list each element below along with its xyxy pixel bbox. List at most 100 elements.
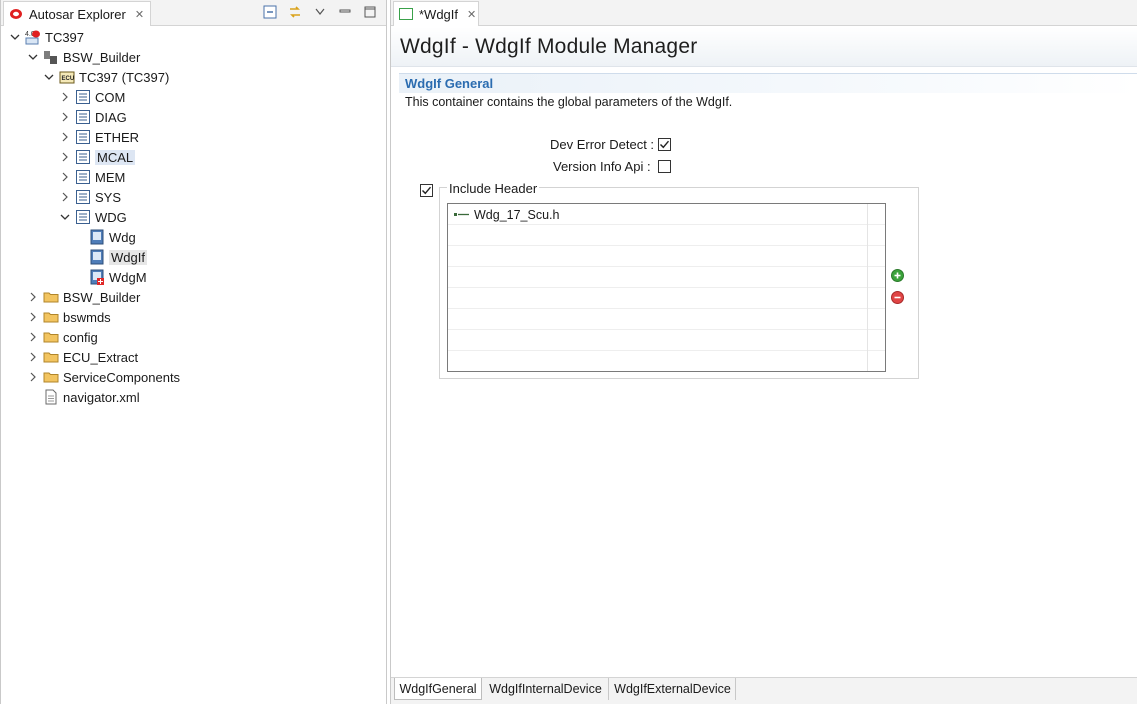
tree-item-com[interactable]: COM bbox=[59, 87, 125, 107]
tree-item-wdgm-module[interactable]: WdgM bbox=[89, 267, 147, 287]
chevron-right-icon[interactable] bbox=[59, 171, 71, 183]
tree-item-config[interactable]: config bbox=[27, 327, 98, 347]
tree-item-diag[interactable]: DIAG bbox=[59, 107, 127, 127]
module-file-error-icon bbox=[89, 269, 105, 285]
chevron-down-icon[interactable] bbox=[27, 51, 39, 63]
include-header-label: Include Header bbox=[447, 181, 540, 196]
tree-item-label: COM bbox=[95, 89, 126, 105]
chevron-right-icon[interactable] bbox=[59, 111, 71, 123]
tree-item-mem[interactable]: MEM bbox=[59, 167, 125, 187]
module-list-icon bbox=[75, 189, 91, 205]
folder-icon bbox=[43, 369, 59, 385]
module-file-icon bbox=[89, 249, 105, 265]
list-item[interactable] bbox=[448, 351, 885, 371]
section-header[interactable]: WdgIf General bbox=[399, 73, 1137, 93]
chevron-right-icon[interactable] bbox=[27, 331, 39, 343]
tree-item-label: ServiceComponents bbox=[63, 369, 181, 385]
link-with-editor-icon[interactable] bbox=[287, 4, 303, 20]
tree-item-ecu-extract[interactable]: ECU_Extract bbox=[27, 347, 138, 367]
tab-wdgif-internal-device[interactable]: WdgIfInternalDevice bbox=[483, 678, 609, 700]
tree-item-label: config bbox=[63, 329, 98, 345]
editor-tabbar: *WdgIf ✕ bbox=[391, 0, 1137, 26]
page-tabbar: WdgIfGeneral WdgIfInternalDevice WdgIfEx… bbox=[391, 677, 1137, 704]
module-list-icon bbox=[75, 129, 91, 145]
chevron-right-icon[interactable] bbox=[27, 351, 39, 363]
chevron-down-icon[interactable] bbox=[43, 71, 55, 83]
xml-file-icon bbox=[43, 389, 59, 405]
svg-text:ECU: ECU bbox=[62, 76, 75, 82]
add-icon[interactable] bbox=[891, 269, 904, 282]
module-list-icon bbox=[75, 149, 91, 165]
close-icon[interactable]: ✕ bbox=[467, 8, 476, 21]
list-item[interactable] bbox=[448, 267, 885, 288]
autosar-explorer-tab[interactable]: Autosar Explorer ✕ bbox=[3, 1, 151, 26]
chevron-right-icon[interactable] bbox=[59, 91, 71, 103]
editor-tab-wdgif[interactable]: *WdgIf ✕ bbox=[393, 1, 479, 26]
autosar-explorer-view: Autosar Explorer ✕ 4.0 TC397 BSW_Builder… bbox=[0, 0, 387, 704]
remove-icon[interactable] bbox=[891, 291, 904, 304]
include-header-checkbox[interactable] bbox=[420, 184, 433, 197]
close-icon[interactable]: ✕ bbox=[135, 8, 144, 21]
tab-wdgif-external-device[interactable]: WdgIfExternalDevice bbox=[610, 678, 736, 700]
tree-item-bsw-builder-folder[interactable]: BSW_Builder bbox=[27, 287, 140, 307]
dev-error-detect-checkbox[interactable] bbox=[658, 138, 671, 151]
autosar-explorer-icon bbox=[8, 6, 24, 22]
chevron-right-icon[interactable] bbox=[27, 311, 39, 323]
list-item[interactable] bbox=[448, 330, 885, 351]
header-file-icon bbox=[454, 210, 470, 220]
tab-wdgif-general[interactable]: WdgIfGeneral bbox=[394, 678, 482, 700]
tree-item-label: WDG bbox=[95, 209, 127, 225]
version-info-api-checkbox[interactable] bbox=[658, 160, 671, 173]
tree-item-wdg[interactable]: WDG bbox=[59, 207, 127, 227]
tree-item-mcal[interactable]: MCAL bbox=[59, 147, 136, 167]
list-item[interactable] bbox=[448, 288, 885, 309]
maximize-icon[interactable] bbox=[362, 4, 378, 20]
chevron-right-icon[interactable] bbox=[59, 151, 71, 163]
list-item[interactable] bbox=[448, 225, 885, 246]
folder-icon bbox=[43, 329, 59, 345]
tree-item-wdgif-module[interactable]: WdgIf bbox=[89, 247, 147, 267]
editor-tab-label: *WdgIf bbox=[419, 6, 459, 22]
tree-item-label: Wdg bbox=[109, 229, 136, 245]
chevron-right-icon[interactable] bbox=[59, 131, 71, 143]
tree-item-navigator-xml[interactable]: navigator.xml bbox=[43, 387, 140, 407]
module-list-icon bbox=[75, 209, 91, 225]
tree-item-wdg-module[interactable]: Wdg bbox=[89, 227, 136, 247]
chevron-down-icon[interactable] bbox=[9, 31, 21, 43]
tree-item-sys[interactable]: SYS bbox=[59, 187, 121, 207]
folder-icon bbox=[43, 289, 59, 305]
chevron-right-icon[interactable] bbox=[27, 371, 39, 383]
version-info-api-label: Version Info Api : bbox=[553, 159, 651, 174]
autosar-explorer-tab-label: Autosar Explorer bbox=[29, 6, 126, 22]
tree-item-bswmds[interactable]: bswmds bbox=[27, 307, 111, 327]
tree-item-label: ETHER bbox=[95, 129, 140, 145]
tree-item-bsw-builder[interactable]: BSW_Builder bbox=[27, 47, 140, 67]
chevron-right-icon[interactable] bbox=[59, 191, 71, 203]
minimize-icon[interactable] bbox=[337, 4, 353, 20]
tree-item-label: TC397 bbox=[45, 29, 85, 45]
ecu-icon: ECU bbox=[59, 69, 75, 85]
tree-item-ecu-tc397[interactable]: ECU TC397 (TC397) bbox=[43, 67, 169, 87]
dev-error-detect-label: Dev Error Detect : bbox=[550, 137, 655, 152]
tree-item-tc397-project[interactable]: 4.0 TC397 bbox=[9, 27, 84, 47]
list-item[interactable] bbox=[448, 309, 885, 330]
include-header-list[interactable]: Wdg_17_Scu.h bbox=[447, 203, 886, 372]
module-list-icon bbox=[75, 89, 91, 105]
list-item[interactable] bbox=[448, 246, 885, 267]
chevron-right-icon[interactable] bbox=[27, 291, 39, 303]
list-item[interactable]: Wdg_17_Scu.h bbox=[448, 204, 885, 225]
tree-item-label: TC397 (TC397) bbox=[79, 69, 170, 85]
module-list-icon bbox=[75, 109, 91, 125]
editor-file-icon bbox=[398, 6, 414, 22]
tree-item-service-components[interactable]: ServiceComponents bbox=[27, 367, 180, 387]
folder-icon bbox=[43, 349, 59, 365]
tree-item-label: MCAL bbox=[95, 149, 136, 165]
tree-item-label: ECU_Extract bbox=[63, 349, 139, 365]
section-title: WdgIf General bbox=[405, 76, 494, 91]
tree-item-ether[interactable]: ETHER bbox=[59, 127, 139, 147]
collapse-all-icon[interactable] bbox=[262, 4, 278, 20]
explorer-tabbar: Autosar Explorer ✕ bbox=[1, 0, 386, 26]
chevron-down-icon[interactable] bbox=[59, 211, 71, 223]
view-menu-icon[interactable] bbox=[312, 4, 328, 20]
wdgif-editor: *WdgIf ✕ WdgIf - WdgIf Module Manager Wd… bbox=[390, 0, 1137, 704]
